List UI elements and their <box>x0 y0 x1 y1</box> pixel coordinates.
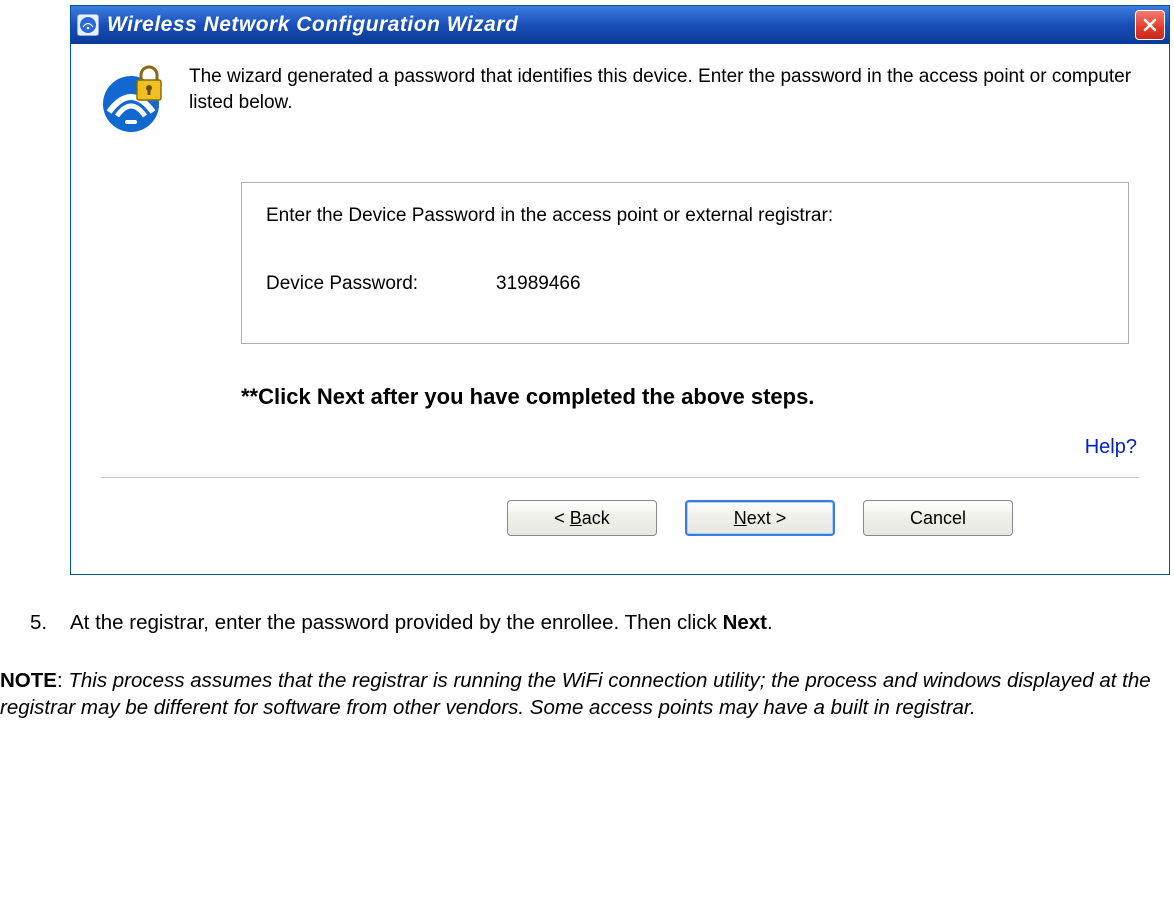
app-icon <box>77 14 99 36</box>
help-link[interactable]: Help? <box>101 436 1139 459</box>
button-row: < Back Next > Cancel <box>381 500 1139 554</box>
step-number: 5. <box>30 609 70 637</box>
note-paragraph: NOTE: This process assumes that the regi… <box>0 667 1170 722</box>
password-frame: Enter the Device Password in the access … <box>241 182 1129 344</box>
note-label: NOTE <box>0 669 57 692</box>
next-button[interactable]: Next > <box>685 500 835 536</box>
wifi-lock-icon <box>101 64 171 134</box>
step-text-c: . <box>767 611 773 634</box>
step-text-bold: Next <box>723 611 767 634</box>
close-button[interactable] <box>1135 10 1165 40</box>
note-body: This process assumes that the registrar … <box>0 669 1151 720</box>
click-next-note: **Click Next after you have completed th… <box>241 384 1139 410</box>
step-text: At the registrar, enter the password pro… <box>70 609 773 637</box>
window-title: Wireless Network Configuration Wizard <box>107 13 1135 37</box>
intro-text: The wizard generated a password that ide… <box>189 62 1139 115</box>
instruction-step: 5. At the registrar, enter the password … <box>30 609 1174 637</box>
password-label: Device Password: <box>266 273 496 295</box>
note-sep: : <box>57 669 68 692</box>
cancel-button[interactable]: Cancel <box>863 500 1013 536</box>
password-value: 31989466 <box>496 273 581 295</box>
separator <box>101 477 1139 478</box>
frame-instruction: Enter the Device Password in the access … <box>266 205 1104 227</box>
title-bar[interactable]: Wireless Network Configuration Wizard <box>71 6 1169 44</box>
dialog-body: The wizard generated a password that ide… <box>71 44 1169 574</box>
wizard-dialog: Wireless Network Configuration Wizard <box>70 5 1170 575</box>
back-button[interactable]: < Back <box>507 500 657 536</box>
step-text-a: At the registrar, enter the password pro… <box>70 611 723 634</box>
